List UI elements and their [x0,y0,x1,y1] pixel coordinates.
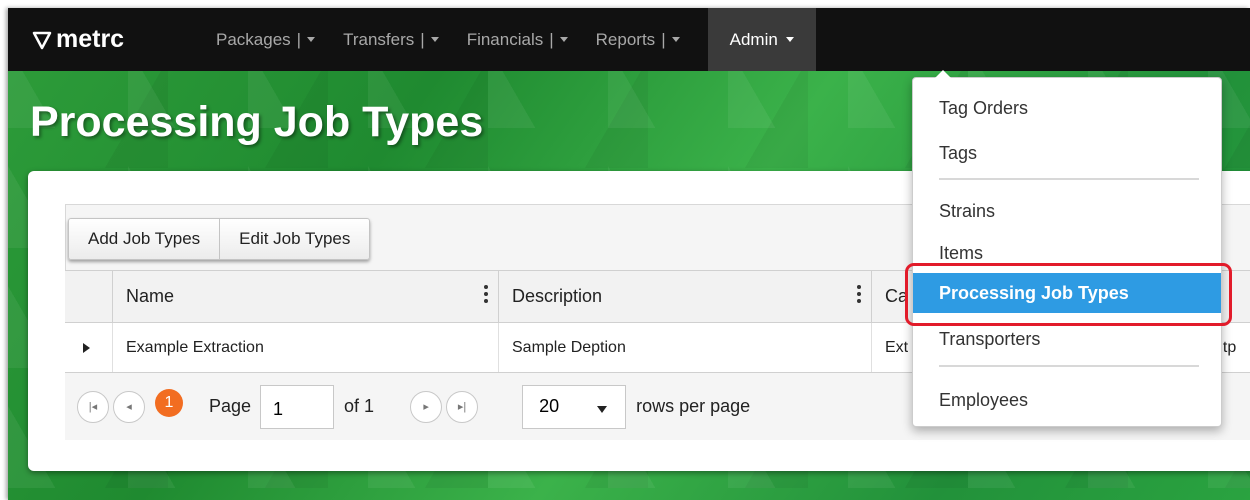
nav-packages[interactable]: Packages | [202,8,329,71]
expand-row-cell[interactable] [65,323,113,372]
chevron-down-icon [785,37,794,42]
nav-transfers[interactable]: Transfers | [329,8,453,71]
menu-item-strains[interactable]: Strains [913,195,1221,227]
menu-item-tag-orders[interactable]: Tag Orders [913,92,1221,124]
next-page-icon: ▸ [423,401,429,413]
add-job-types-button[interactable]: Add Job Types [68,218,221,260]
chevron-down-icon[interactable] [430,37,439,42]
nav-packages-label: Packages [216,29,291,49]
metrc-logo-icon [32,31,52,49]
first-page-button[interactable]: |◂ [77,390,109,423]
app-window: metrc Packages | Transfers | Financials … [8,8,1250,500]
dropdown-caret-icon [597,405,608,413]
nav-separator: | [420,29,425,49]
page-count-label: of 1 [344,396,375,416]
page-label: Page [209,396,252,416]
nav-separator: | [296,29,302,49]
page-size-value: 20 [539,396,560,416]
page-size-select[interactable]: 20 [522,384,627,429]
column-header-name[interactable]: Name [113,271,499,322]
column-header-label: Description [512,286,603,306]
chevron-down-icon[interactable] [307,37,316,42]
page-title: Processing Job Types [30,98,484,146]
highlight-annotation [905,263,1232,326]
next-page-button[interactable]: ▸ [410,390,443,423]
cell-description: Sample Deption [499,323,872,372]
column-menu-icon[interactable] [857,285,861,306]
menu-item-transporters[interactable]: Transporters [913,323,1221,355]
chevron-down-icon[interactable] [559,37,568,42]
metrc-logo[interactable]: metrc [32,25,202,54]
page-number-input[interactable]: 1 [260,384,335,429]
edit-job-types-button[interactable]: Edit Job Types [220,218,371,260]
nav-financials[interactable]: Financials | [453,8,582,71]
prev-page-button[interactable]: ◂ [113,390,145,423]
menu-item-tags[interactable]: Tags [913,137,1221,169]
menu-item-employees[interactable]: Employees [913,384,1221,416]
last-page-button[interactable]: ▸| [446,390,479,423]
menu-divider [939,178,1199,180]
menu-divider [939,365,1199,367]
nav-separator: | [661,29,666,49]
column-menu-icon[interactable] [484,285,488,306]
rows-per-page-label: rows per page [636,396,751,416]
nav-transfers-label: Transfers [343,29,415,49]
chevron-down-icon[interactable] [671,37,680,42]
top-navbar: metrc Packages | Transfers | Financials … [8,8,1250,71]
nav-financials-label: Financials [466,29,544,49]
column-header-description[interactable]: Description [499,271,872,322]
prev-page-icon: ◂ [126,401,132,413]
nav-admin-label: Admin [729,29,778,49]
toolbar: Add Job Types Edit Job Types [68,218,371,260]
column-header-label: Name [126,286,175,306]
brand-name: metrc [56,25,125,53]
admin-dropdown-menu: Tag Orders Tags Strains Items Processing… [912,70,1222,427]
expand-column-header [65,271,113,322]
cell-name: Example Extraction [113,323,499,372]
current-page-badge[interactable]: 1 [155,388,183,417]
last-page-icon: ▸| [457,401,467,413]
expand-arrow-icon[interactable] [83,342,90,353]
nav-separator: | [549,29,554,49]
nav-reports[interactable]: Reports | [582,8,694,71]
nav-reports-label: Reports [595,29,656,49]
nav-admin[interactable]: Admin [707,8,816,71]
first-page-icon: |◂ [88,401,98,413]
